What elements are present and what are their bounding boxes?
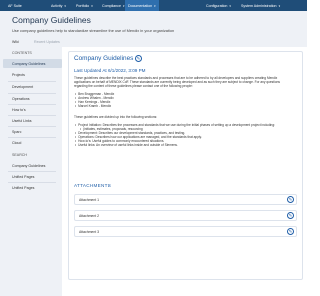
chevron-down-icon: ▾ [64,3,66,8]
search-result-item[interactable]: Company Guidelines [12,164,45,168]
top-navigation-bar: AF Suite Activity ▾ Portfolio ▾ Compliance… [0,0,307,11]
search-result-item[interactable]: Unified Pages [12,175,34,179]
divider [8,182,56,183]
guideline-card: Company Guidelines ✎ Last Updated At 6/1… [68,51,303,280]
search-result-item[interactable]: Unified Pages [12,186,34,190]
attachment-row[interactable]: Attachment 3 ✎ [74,226,297,237]
nav-system-administration[interactable]: System Administration ▾ [241,0,280,11]
attachment-label: Attachment 1 [79,197,99,202]
attachments-heading[interactable]: ATTACHMENTS [74,183,111,188]
sidebar-item-cloud[interactable]: Cloud [12,141,21,145]
chevron-down-icon: ▾ [154,3,156,8]
attachment-label: Attachment 3 [79,229,99,234]
chevron-down-icon: ▾ [278,3,281,8]
sections-intro: These guidelines are divided up into the… [74,115,158,119]
divider [8,171,56,172]
sidebar-item-how-tos[interactable]: How to's [12,108,26,112]
divider [8,81,56,82]
page-subtitle: Use company guidelines help to standardi… [12,28,175,33]
sidebar: CONTENTS Company Guidelines Projects Dev… [0,47,62,296]
nav-configuration[interactable]: Configuration ▾ [206,0,231,11]
edit-pencil-icon[interactable]: ✎ [287,196,294,203]
divider [8,126,56,127]
divider [8,93,56,94]
divider [8,104,56,105]
list-item: Marcel Kramb - Mendix [75,104,114,108]
tab-recent-updates[interactable]: Recent Updates [34,40,60,44]
last-updated-text: Last Updated At 6/1/2022, 3:09 PM [74,68,146,73]
tab-wiki[interactable]: Wiki [12,40,19,44]
sidebar-item-projects[interactable]: Projects [12,73,25,77]
content-title: Company Guidelines [74,55,134,62]
edit-pencil-icon[interactable]: ✎ [135,55,142,62]
brand-label[interactable]: AF Suite [8,4,22,8]
attachment-row[interactable]: Attachment 2 ✎ [74,210,297,221]
attachment-row[interactable]: Attachment 1 ✎ [74,194,297,205]
edit-pencil-icon[interactable]: ✎ [287,212,294,219]
edit-pencil-icon[interactable]: ✎ [287,228,294,235]
page-header: Company Guidelines Use company guideline… [0,11,307,37]
sections-list: Project Initiation: Describes the proces… [75,123,275,147]
nav-activity[interactable]: Activity ▾ [51,0,66,11]
attachment-label: Attachment 2 [79,213,99,218]
sidebar-item-operations[interactable]: Operations [12,97,30,101]
sidebar-section-contents: CONTENTS [12,51,32,55]
chevron-down-icon: ▾ [229,3,231,8]
divider [8,137,56,138]
divider [8,115,56,116]
chevron-right-icon[interactable]: › [108,183,110,188]
sidebar-item-development[interactable]: Development [12,85,33,89]
sidebar-section-search: SEARCH [12,153,27,157]
people-list: Ben Bruggeman - Mendix Andrew Whalen - M… [75,92,114,108]
nav-portfolio[interactable]: Portfolio ▾ [76,0,93,11]
list-item: Useful links: An overview of useful link… [75,143,275,147]
nav-compliance[interactable]: Compliance ▾ [102,0,125,11]
sidebar-item-sparc[interactable]: Sparc [12,130,21,134]
main-content: Company Guidelines ✎ Last Updated At 6/1… [62,47,307,296]
nav-documentation[interactable]: Documentation ▾ [125,0,159,11]
sidebar-item-useful-links[interactable]: Useful Links [12,119,32,123]
chevron-down-icon: ▾ [91,3,93,8]
intro-line: regarding the content of these guideline… [74,84,193,88]
sidebar-item-company-guidelines[interactable]: Company Guidelines [3,59,62,68]
page-title: Company Guidelines [12,15,91,25]
